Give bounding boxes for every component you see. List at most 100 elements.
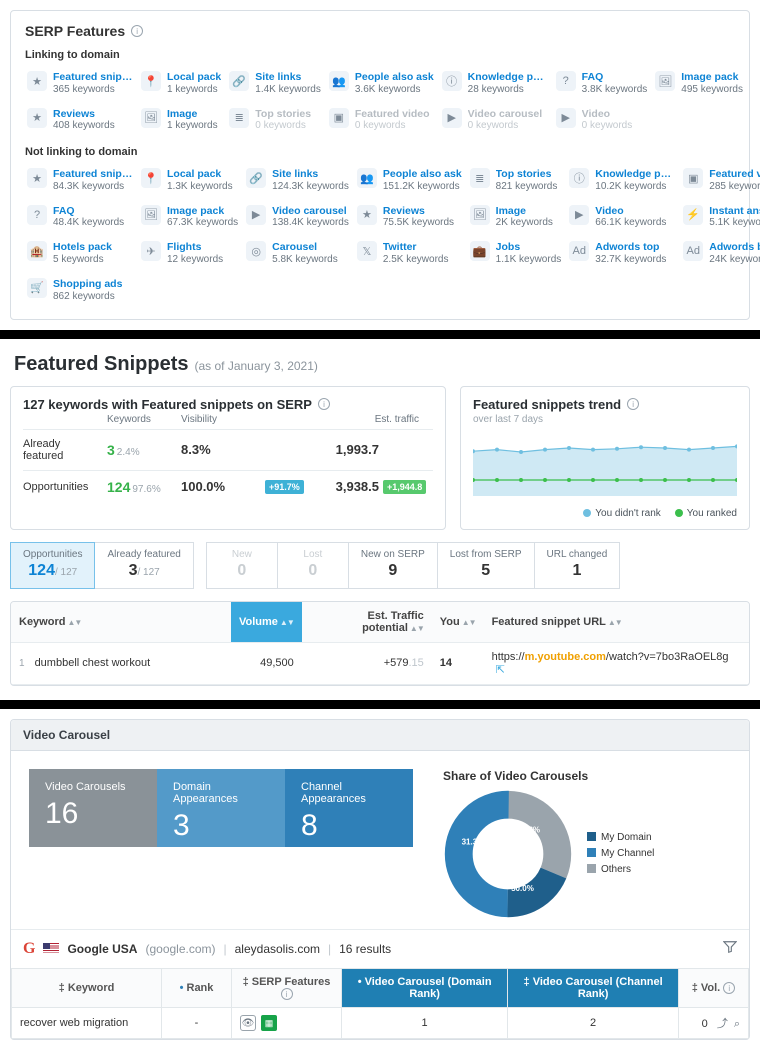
feature-name: Site links xyxy=(272,168,349,181)
vc-col-channel-rank[interactable]: ‡ Video Carousel (Channel Rank) xyxy=(508,968,679,1008)
fs-tab[interactable]: New0 xyxy=(206,542,278,589)
serp-feature-item[interactable]: ≣Top stories0 keywords xyxy=(227,104,323,137)
row-you[interactable]: 14 xyxy=(432,643,484,685)
serp-features-title: SERP Features i xyxy=(25,23,735,39)
feature-name: Featured video xyxy=(355,108,430,121)
serp-feature-item[interactable]: ★Featured snippet84.3K keywords xyxy=(25,164,135,197)
serp-feature-item[interactable]: ?FAQ48.4K keywords xyxy=(25,201,135,234)
feature-name: Adwords bottom xyxy=(709,241,760,254)
keywords-table: Keyword▲▼ Volume▲▼ Est. Traffic potentia… xyxy=(10,601,750,686)
col-keywords: Keywords xyxy=(107,414,177,425)
fs-tab[interactable]: URL changed1 xyxy=(534,542,621,589)
feature-count: 285 keywords xyxy=(709,181,760,193)
stat-label: Domain Appearances xyxy=(173,781,269,805)
feature-icon: ▶ xyxy=(442,108,462,128)
vis-change-chip: +91.7% xyxy=(265,480,304,494)
vc-stat: Domain Appearances3 xyxy=(157,769,285,847)
serp-feature-item[interactable]: 📍Local pack1.3K keywords xyxy=(139,164,240,197)
feature-count: 124.3K keywords xyxy=(272,181,349,193)
svg-text:18.8%: 18.8% xyxy=(517,825,540,834)
info-icon[interactable]: i xyxy=(627,398,639,410)
info-icon[interactable]: i xyxy=(723,982,735,994)
serp-feature-item[interactable]: 🛒Shopping ads862 keywords xyxy=(25,274,135,307)
serp-feature-item[interactable]: ▶Video66.1K keywords xyxy=(567,201,677,234)
trend-icon[interactable]: ⤴ xyxy=(717,1018,728,1030)
col-volume[interactable]: Volume▲▼ xyxy=(231,602,302,643)
serp-feature-item[interactable]: 🔗Site links124.3K keywords xyxy=(244,164,351,197)
external-link-icon[interactable]: ⇱ xyxy=(496,664,505,676)
serp-feature-item[interactable]: ≣Top stories821 keywords xyxy=(468,164,564,197)
serp-feature-item[interactable]: ★Featured snippet365 keywords xyxy=(25,67,135,100)
serp-feature-item[interactable]: ▶Video carousel0 keywords xyxy=(440,104,550,137)
legend-ranked: You ranked xyxy=(687,508,737,519)
vc-col-vol[interactable]: ‡ Vol. i xyxy=(679,968,749,1008)
vc-col-domain-rank[interactable]: • Video Carousel (Domain Rank) xyxy=(342,968,508,1008)
tab-label: Lost xyxy=(290,549,336,560)
feature-count: 151.2K keywords xyxy=(383,181,462,193)
serp-feature-item[interactable]: 💼Jobs1.1K keywords xyxy=(468,237,564,270)
fs-tab[interactable]: Already featured3/ 127 xyxy=(94,542,193,589)
serp-feature-icon[interactable]: 👁 xyxy=(240,1015,256,1031)
serp-feature-item[interactable]: 🖼Image1 keywords xyxy=(139,104,223,137)
serp-feature-item[interactable]: ▶Video carousel138.4K keywords xyxy=(244,201,351,234)
serp-feature-item[interactable]: ★Reviews408 keywords xyxy=(25,104,135,137)
trend-legend: You didn't rank You ranked xyxy=(473,508,737,519)
serp-feature-item[interactable]: ✈Flights12 keywords xyxy=(139,237,240,270)
serp-feature-item[interactable]: 🖼Image pack67.3K keywords xyxy=(139,201,240,234)
col-keyword[interactable]: Keyword▲▼ xyxy=(11,602,231,643)
col-url[interactable]: Featured snippet URL▲▼ xyxy=(484,602,749,643)
serp-feature-item[interactable]: ▶Video0 keywords xyxy=(554,104,650,137)
fs-tab[interactable]: Lost from SERP5 xyxy=(437,542,535,589)
serp-feature-item[interactable]: 📍Local pack1 keywords xyxy=(139,67,223,100)
tab-count: 0 xyxy=(308,562,317,579)
serp-feature-item[interactable]: 𝕏Twitter2.5K keywords xyxy=(355,237,464,270)
filter-icon[interactable] xyxy=(723,940,737,957)
table-row[interactable]: recover web migration - 👁 ▦ 1 2 0 ⤴⌕ xyxy=(12,1008,749,1039)
tab-label: Already featured xyxy=(107,549,180,560)
col-visibility: Visibility xyxy=(181,414,261,425)
col-etp[interactable]: Est. Traffic potential▲▼ xyxy=(302,602,432,643)
tab-count: 0 xyxy=(237,562,246,579)
info-icon[interactable]: i xyxy=(281,988,293,1000)
serp-feature-item[interactable]: 🔗Site links1.4K keywords xyxy=(227,67,323,100)
tab-label: Lost from SERP xyxy=(450,549,522,560)
tab-label: Opportunities xyxy=(23,549,82,560)
row-est: 3,938.5 xyxy=(319,479,379,494)
vc-col-serp[interactable]: ‡ SERP Features i xyxy=(232,968,342,1008)
col-you[interactable]: You▲▼ xyxy=(432,602,484,643)
fs-tab[interactable]: Opportunities124/ 127 xyxy=(10,542,95,589)
detail-icon[interactable]: ⌕ xyxy=(734,1018,740,1030)
serp-feature-item[interactable]: 🖼Image pack495 keywords xyxy=(653,67,745,100)
serp-feature-item[interactable]: 🖼Image2K keywords xyxy=(468,201,564,234)
serp-feature-green-icon[interactable]: ▦ xyxy=(261,1015,277,1031)
serp-feature-item[interactable]: 👥People also ask3.6K keywords xyxy=(327,67,436,100)
video-carousel-panel: Video Carousel Video Carousels16Domain A… xyxy=(10,719,750,1041)
serp-feature-item[interactable]: 👥People also ask151.2K keywords xyxy=(355,164,464,197)
info-icon[interactable]: i xyxy=(131,25,143,37)
vc-col-keyword[interactable]: ‡ Keyword xyxy=(12,968,162,1008)
feature-count: 48.4K keywords xyxy=(53,217,124,229)
serp-feature-item[interactable]: ★Reviews75.5K keywords xyxy=(355,201,464,234)
serp-feature-item[interactable]: ?FAQ3.8K keywords xyxy=(554,67,650,100)
feature-icon: 📍 xyxy=(141,168,161,188)
serp-feature-item[interactable]: ◎Carousel5.8K keywords xyxy=(244,237,351,270)
serp-feature-item[interactable]: ▣Featured video0 keywords xyxy=(327,104,436,137)
fs-tab[interactable]: New on SERP9 xyxy=(348,542,438,589)
flag-icon xyxy=(43,943,59,954)
serp-feature-item[interactable]: ▣Featured video285 keywords xyxy=(681,164,760,197)
serp-feature-item[interactable]: AdAdwords bottom24K keywords xyxy=(681,237,760,270)
row-visibility: 100.0% xyxy=(181,479,261,494)
feature-icon: ▣ xyxy=(683,168,703,188)
info-icon[interactable]: i xyxy=(318,398,330,410)
serp-feature-item[interactable]: 🏨Hotels pack5 keywords xyxy=(25,237,135,270)
vc-chart-block: Share of Video Carousels 18.8% 50.0% 31.… xyxy=(443,769,731,919)
serp-feature-item[interactable]: ⚡Instant answer5.1K keywords xyxy=(681,201,760,234)
serp-feature-item[interactable]: ⓘKnowledge panel28 keywords xyxy=(440,67,550,100)
fs-tab[interactable]: Lost 0 xyxy=(277,542,349,589)
row-url[interactable]: https://m.youtube.com/watch?v=7bo3RaOEL8… xyxy=(484,643,749,685)
serp-feature-item[interactable]: AdAdwords top32.7K keywords xyxy=(567,237,677,270)
vc-col-rank[interactable]: • Rank xyxy=(162,968,232,1008)
table-row[interactable]: 1dumbbell chest workout 49,500 +579.15 1… xyxy=(11,643,749,685)
serp-feature-item[interactable]: ⓘKnowledge panel10.2K keywords xyxy=(567,164,677,197)
feature-count: 0 keywords xyxy=(255,120,311,132)
